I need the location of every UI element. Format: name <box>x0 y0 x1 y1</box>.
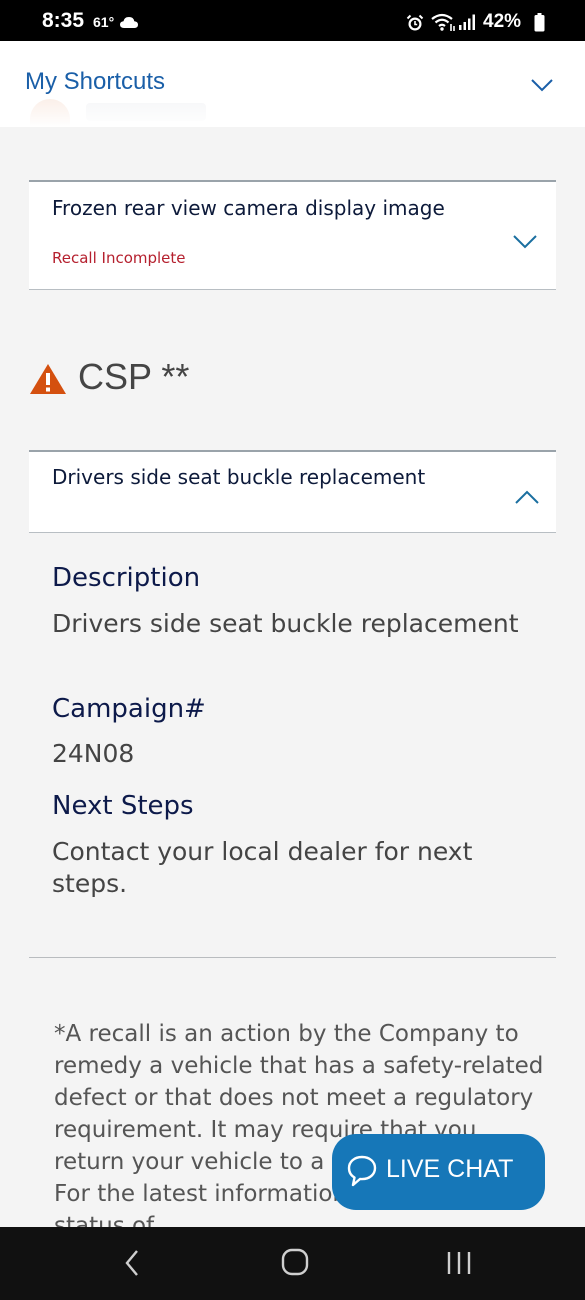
header-title: My Shortcuts <box>25 68 166 95</box>
divider <box>29 957 556 958</box>
status-bar: 8:35 61° 42% <box>0 0 585 41</box>
csp-card-title: Drivers side seat buckle replacement <box>52 465 426 489</box>
description-label: Description <box>52 563 201 593</box>
live-chat-label: LIVE CHAT <box>386 1155 514 1183</box>
csp-heading: CSP ** <box>78 356 190 397</box>
signal-icon <box>458 13 478 35</box>
description-value: Drivers side seat buckle replacement <box>52 609 519 638</box>
next-steps-value: Contact your local dealer for next steps… <box>52 837 473 898</box>
recall-card[interactable]: Frozen rear view camera display image Re… <box>29 180 556 290</box>
chevron-down-icon[interactable] <box>512 234 538 253</box>
battery-percent: 42% <box>483 11 522 32</box>
campaign-label: Campaign# <box>52 694 206 724</box>
home-icon[interactable] <box>281 1247 309 1281</box>
chevron-up-icon[interactable] <box>514 490 540 509</box>
chat-bubble-icon <box>346 1154 378 1192</box>
back-icon[interactable] <box>124 1249 140 1281</box>
warning-icon <box>29 363 67 399</box>
wifi-icon <box>430 12 456 36</box>
status-time: 8:35 <box>42 9 85 32</box>
shortcuts-header[interactable]: My Shortcuts <box>0 41 585 127</box>
alarm-icon <box>406 14 424 36</box>
live-chat-button[interactable]: LIVE CHAT <box>332 1134 545 1210</box>
recall-card-title: Frozen rear view camera display image <box>52 196 445 220</box>
battery-icon <box>534 13 545 36</box>
recall-status: Recall Incomplete <box>52 249 186 267</box>
campaign-value: 24N08 <box>52 739 135 768</box>
next-steps-label: Next Steps <box>52 791 194 821</box>
chevron-down-icon[interactable] <box>530 77 554 96</box>
recent-apps-icon[interactable] <box>446 1249 472 1281</box>
cloud-icon <box>119 14 139 33</box>
csp-card[interactable]: Drivers side seat buckle replacement <box>29 450 556 533</box>
header-fade-overlay <box>24 93 244 127</box>
status-temperature: 61° <box>93 14 115 30</box>
system-nav-bar <box>0 1227 585 1300</box>
